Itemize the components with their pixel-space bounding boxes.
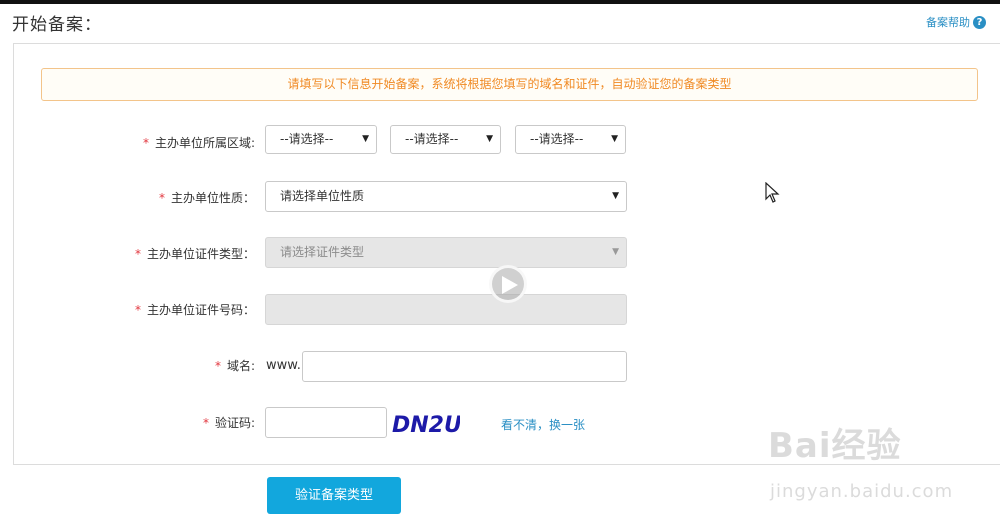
baidu-watermark-url: jingyan.baidu.com bbox=[770, 481, 954, 502]
page-title: 开始备案： bbox=[12, 15, 102, 35]
help-circle-icon: ? bbox=[973, 15, 986, 29]
cert-type-label: * 主办单位证件类型： bbox=[134, 247, 255, 261]
help-link-label: 备案帮助 bbox=[926, 16, 970, 29]
captcha-label: * 验证码: bbox=[202, 416, 255, 430]
dropdown-arrow-icon: ▼ bbox=[362, 134, 369, 144]
mouse-pointer-icon bbox=[765, 182, 780, 203]
cert-no-label: * 主办单位证件号码： bbox=[134, 303, 255, 317]
domain-input[interactable] bbox=[302, 351, 627, 382]
cert-no-input bbox=[265, 294, 627, 325]
dropdown-arrow-icon: ▼ bbox=[612, 191, 619, 201]
dropdown-arrow-icon: ▼ bbox=[486, 134, 493, 144]
top-border bbox=[0, 0, 1000, 4]
captcha-input[interactable] bbox=[265, 407, 387, 438]
nature-select[interactable]: 请选择单位性质 ▼ bbox=[265, 181, 627, 212]
city-select[interactable]: --请选择-- ▼ bbox=[390, 125, 501, 154]
cert-type-select: 请选择证件类型 ▼ bbox=[265, 237, 627, 268]
domain-label: * 域名: bbox=[214, 359, 255, 373]
dropdown-arrow-icon: ▼ bbox=[612, 247, 619, 257]
nature-label: * 主办单位性质： bbox=[158, 191, 255, 205]
help-link[interactable]: 备案帮助 ? bbox=[926, 14, 986, 30]
captcha-image[interactable]: DN2U bbox=[390, 408, 460, 438]
baidu-watermark-logo: Bai经验 bbox=[768, 426, 902, 466]
notice-banner: 请填写以下信息开始备案，系统将根据您填写的域名和证件，自动验证您的备案类型 bbox=[41, 68, 978, 101]
domain-prefix: www. bbox=[266, 358, 301, 373]
region-label: * 主办单位所属区域: bbox=[142, 136, 255, 150]
province-select[interactable]: --请选择-- ▼ bbox=[265, 125, 377, 154]
district-select[interactable]: --请选择-- ▼ bbox=[515, 125, 626, 154]
verify-type-button[interactable]: 验证备案类型 bbox=[267, 477, 401, 514]
dropdown-arrow-icon: ▼ bbox=[611, 134, 618, 144]
captcha-refresh-link[interactable]: 看不清，换一张 bbox=[501, 416, 585, 433]
captcha-text: DN2U bbox=[392, 413, 460, 438]
play-circle-icon[interactable] bbox=[489, 265, 527, 303]
